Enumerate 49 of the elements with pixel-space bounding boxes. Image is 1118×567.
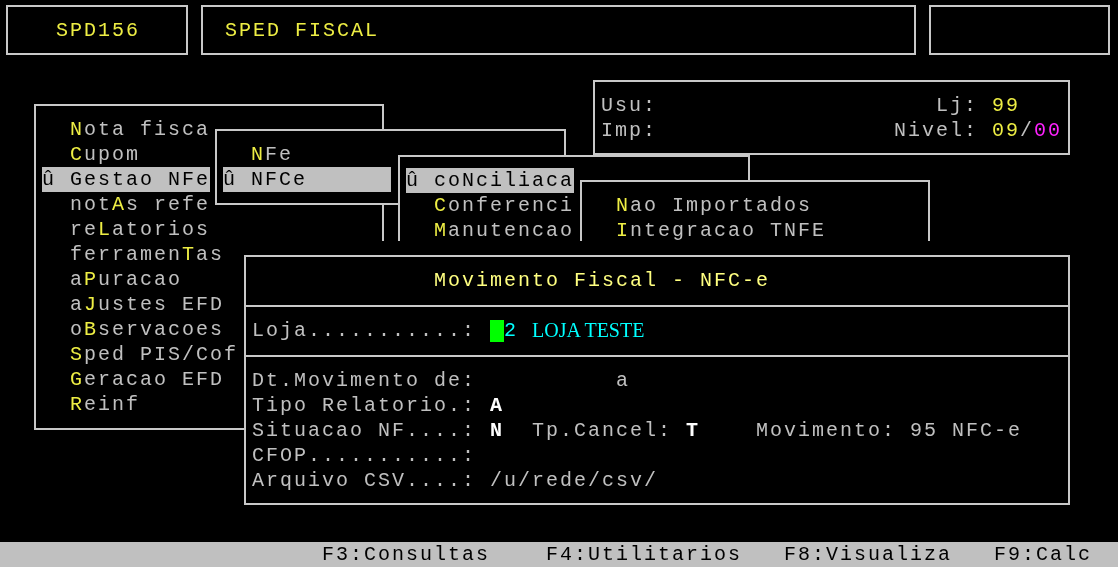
- menu-item[interactable]: û Gestao NFe: [42, 167, 211, 192]
- field-value[interactable]: N: [490, 418, 504, 443]
- field-label: Arquivo CSV....:: [252, 468, 478, 493]
- menu-item[interactable]: Manutencao: [406, 218, 575, 243]
- menu-item[interactable]: ferramenTas: [42, 242, 225, 267]
- menu-item[interactable]: Conferenci: [406, 193, 575, 218]
- menu-item[interactable]: aPuracao: [42, 267, 210, 292]
- menu-item[interactable]: Geracao EFD: [42, 367, 225, 392]
- field-label: Loja...........:: [252, 318, 478, 343]
- menu-item[interactable]: N Fe: [223, 142, 391, 167]
- menu-item[interactable]: Cupom: [42, 142, 210, 167]
- menu-item[interactable]: Sped PIS/Cof: [42, 342, 239, 367]
- user-label: Usu:: [601, 93, 657, 118]
- menu-item[interactable]: Reinf: [42, 392, 210, 417]
- store-code-value[interactable]: 2: [504, 318, 518, 343]
- field-label: CFOP...........:: [252, 443, 478, 468]
- function-key-hint[interactable]: F4:Utilitarios: [546, 543, 743, 566]
- field-value[interactable]: T: [686, 418, 701, 443]
- menu-item[interactable]: aJ ustes EFD: [42, 292, 225, 317]
- function-key-hint[interactable]: F9:Calc: [994, 543, 1093, 566]
- store-number: 99: [992, 93, 1020, 118]
- field-value[interactable]: A: [490, 393, 504, 418]
- field-label: Situacao NF....:: [252, 418, 478, 443]
- menu-item[interactable]: Nota fisca: [42, 117, 211, 142]
- level-label: Nivel:: [893, 118, 978, 143]
- menu-item[interactable]: Nao Importados: [588, 193, 813, 218]
- field-value[interactable]: /u/rede/csv/: [490, 468, 659, 493]
- field-label: Tp.Cancel:: [532, 418, 673, 443]
- store-label: Lj:: [935, 93, 978, 118]
- field-label: Movimento:: [756, 418, 897, 443]
- menu-item[interactable]: û coNciliaca: [406, 168, 575, 193]
- menu-item[interactable]: oBservacoes: [42, 317, 225, 342]
- field-label: Dt.Movimento de:: [252, 368, 478, 393]
- menu-item[interactable]: û NFCe: [223, 167, 391, 192]
- function-key-hint[interactable]: F8:Visualiza: [784, 543, 953, 566]
- screen-title: SPED FISCAL: [225, 18, 380, 43]
- menu-item[interactable]: I ntegracao TNFE: [588, 218, 827, 243]
- range-separator: a: [616, 368, 630, 393]
- program-code: SPD156: [56, 18, 140, 43]
- printer-label: Imp:: [601, 118, 657, 143]
- movement-value: 95 NFC-e: [910, 418, 1023, 443]
- store-name: LOJA TESTE: [532, 318, 645, 343]
- field-label: Tipo Relatorio.:: [252, 393, 478, 418]
- menu-item[interactable]: notAs refe: [42, 192, 211, 217]
- dialog-title: Movimento Fiscal - NFC-e: [434, 268, 771, 293]
- level-value: 09/00: [991, 118, 1062, 143]
- function-key-hint[interactable]: F3:Consultas: [322, 543, 491, 566]
- text-cursor: [490, 319, 504, 342]
- menu-item[interactable]: re Latorios: [42, 217, 211, 242]
